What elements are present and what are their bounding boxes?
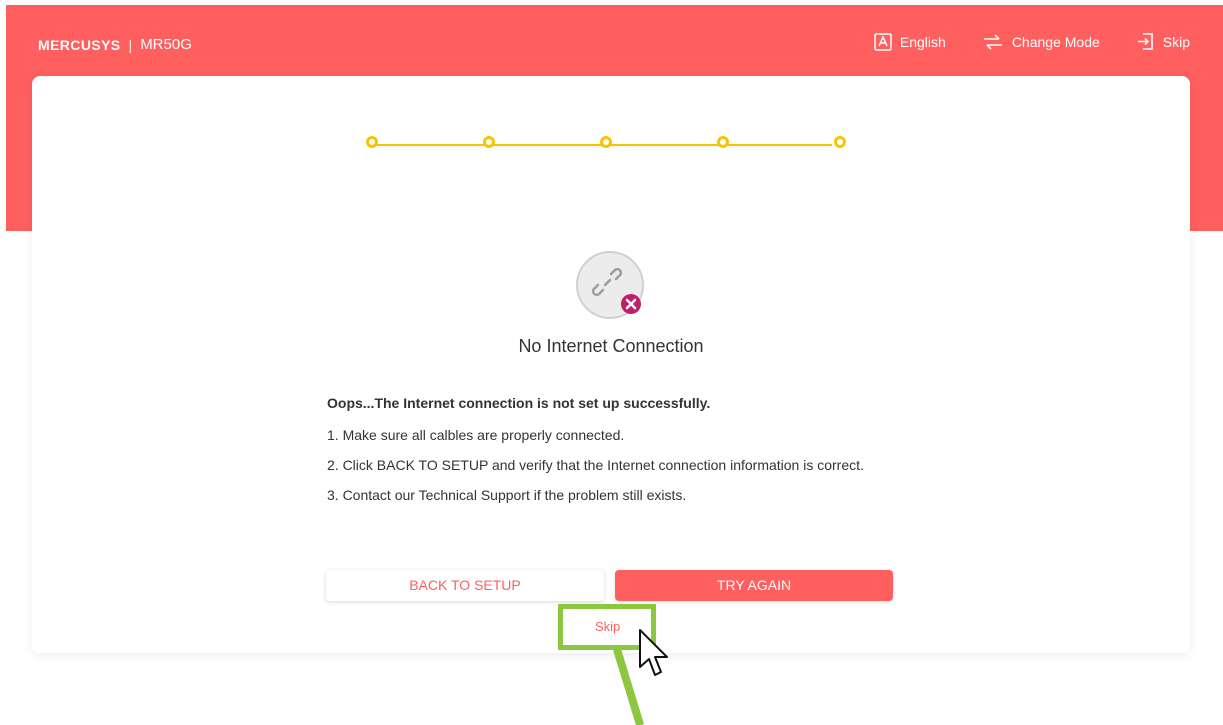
step-2 <box>483 136 495 148</box>
setup-card: No Internet Connection Oops...The Intern… <box>32 76 1190 653</box>
try-again-button[interactable]: TRY AGAIN <box>615 570 893 601</box>
top-skip-button[interactable]: Skip <box>1136 32 1190 51</box>
instruction-item-3: 3. Contact our Technical Support if the … <box>327 487 687 503</box>
back-to-setup-button[interactable]: BACK TO SETUP <box>326 570 604 601</box>
mercusys-logo: MERCUSYS <box>38 36 121 53</box>
change-mode-label: Change Mode <box>1011 33 1100 50</box>
model-name: MR50G <box>140 36 192 53</box>
language-selector[interactable]: English <box>874 32 946 51</box>
mouse-cursor-icon <box>639 629 668 676</box>
change-mode-button[interactable]: Change Mode <box>982 33 1100 51</box>
top-skip-label: Skip <box>1162 33 1190 50</box>
action-buttons: BACK TO SETUP TRY AGAIN <box>326 570 893 601</box>
broken-link-icon <box>576 251 644 319</box>
change-mode-icon <box>983 33 1002 50</box>
language-icon <box>874 32 892 51</box>
instruction-item-1: 1. Make sure all calbles are properly co… <box>327 427 625 443</box>
top-navigation: English Change Mode Skip <box>874 32 1190 51</box>
language-label: English <box>899 33 946 50</box>
skip-icon <box>1137 33 1153 50</box>
brand-area: MERCUSYS | MR50G <box>38 36 192 53</box>
brand-separator: | <box>128 36 133 53</box>
step-5 <box>834 136 846 148</box>
instruction-item-2: 2. Click BACK TO SETUP and verify that t… <box>327 457 864 473</box>
setup-page: MERCUSYS | MR50G English Change Mode Ski… <box>0 0 1223 725</box>
step-3 <box>600 136 612 148</box>
status-title: No Internet Connection <box>518 336 704 356</box>
error-details: Oops...The Internet connection is not se… <box>327 394 927 516</box>
step-1 <box>366 136 378 148</box>
step-4 <box>717 136 729 148</box>
wizard-stepper <box>362 134 846 156</box>
error-headline: Oops...The Internet connection is not se… <box>327 395 711 411</box>
